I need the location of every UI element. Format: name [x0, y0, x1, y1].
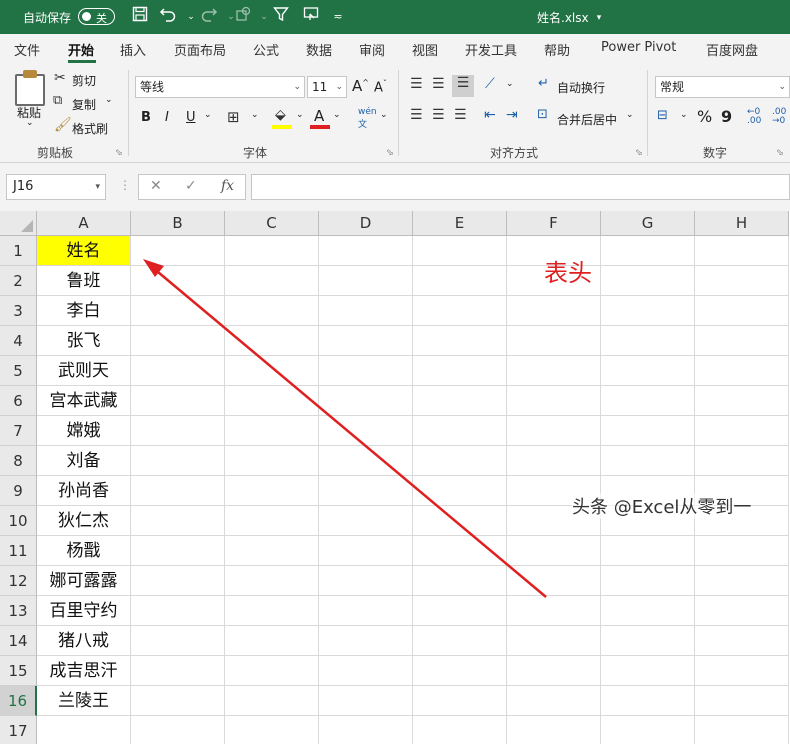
- watermark-text: 头条 @Excel从零到一: [572, 493, 752, 519]
- annotation-text: 表头: [544, 259, 592, 287]
- annotation-arrow: [143, 259, 547, 598]
